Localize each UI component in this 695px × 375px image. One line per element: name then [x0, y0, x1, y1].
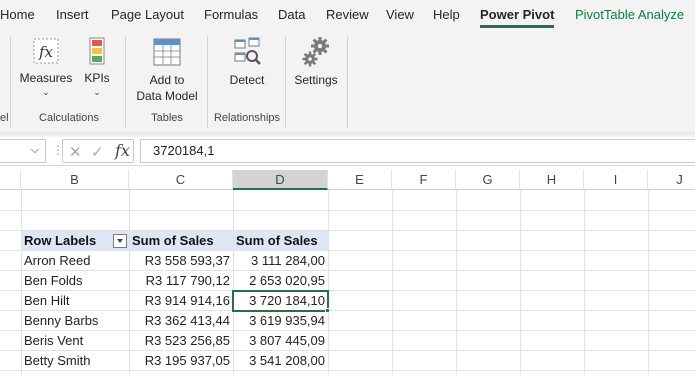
chevron-down-icon: ⌄	[93, 87, 101, 97]
row-label-cell[interactable]: Ben Folds	[21, 271, 129, 291]
tab-data[interactable]: Data	[278, 7, 305, 22]
group-label-fragment: el	[0, 112, 9, 124]
detect-button[interactable]: Detect	[222, 36, 272, 88]
pivot-header-sum-of-sales-c[interactable]: Sum of Sales	[129, 231, 233, 251]
tab-review[interactable]: Review	[326, 7, 369, 22]
group-label-tables: Tables	[151, 112, 183, 124]
ribbon-separator	[285, 36, 286, 128]
row-label-cell[interactable]: Arron Reed	[21, 251, 129, 271]
tab-power-pivot[interactable]: Power Pivot	[480, 7, 555, 28]
add-to-label-line2: Data Model	[136, 89, 198, 103]
active-cell-d[interactable]: 3 720 184,10	[233, 291, 328, 311]
ribbon-separator	[10, 36, 11, 128]
gridline	[648, 190, 649, 375]
tab-view[interactable]: View	[386, 7, 414, 22]
insert-function-icon[interactable]: fx	[115, 141, 130, 160]
fill-handle[interactable]	[325, 308, 330, 313]
formula-bar-actions: ✕ ✓ fx	[62, 139, 134, 163]
column-header-c[interactable]: C	[129, 170, 233, 190]
gridline	[584, 190, 585, 375]
cancel-icon[interactable]: ✕	[69, 143, 82, 161]
ribbon-separator	[125, 36, 126, 128]
tab-insert[interactable]: Insert	[56, 7, 89, 22]
pivot-header-sum-of-sales-d[interactable]: Sum of Sales	[233, 231, 328, 251]
tab-formulas[interactable]: Formulas	[204, 7, 258, 22]
sales-cell-d[interactable]: 3 807 445,09	[233, 331, 328, 351]
enter-icon[interactable]: ✓	[91, 143, 104, 161]
column-header-g[interactable]: G	[456, 170, 520, 190]
pivot-header-label: Row Labels	[24, 233, 97, 248]
svg-text:fx: fx	[38, 43, 54, 61]
settings-button[interactable]: Settings	[293, 36, 339, 88]
row-label-cell[interactable]: Betty Smith	[21, 351, 129, 371]
measures-icon: fx	[33, 38, 59, 64]
sales-cell-c[interactable]: R3 523 256,85	[129, 331, 233, 351]
add-to-data-model-button[interactable]: Add to Data Model	[132, 36, 202, 104]
column-header-b[interactable]: B	[21, 170, 129, 190]
group-label-relationships: Relationships	[213, 112, 281, 124]
column-header-e[interactable]: E	[328, 170, 392, 190]
gear-icon	[302, 37, 329, 67]
tab-pivottable-analyze[interactable]: PivotTable Analyze	[575, 7, 684, 22]
settings-label: Settings	[294, 73, 338, 87]
formula-input[interactable]: 3720184,1	[140, 139, 695, 163]
formula-bar: ⌵ ⋮ ✕ ✓ fx 3720184,1	[0, 137, 695, 166]
row-label-cell[interactable]: Benny Barbs	[21, 311, 129, 331]
sales-cell-d[interactable]: 3 619 935,94	[233, 311, 328, 331]
kpis-button[interactable]: KPIs ⌄	[80, 36, 114, 98]
sales-cell-d[interactable]: 2 653 020,95	[233, 271, 328, 291]
sales-cell-d[interactable]: 3 111 284,00	[233, 251, 328, 271]
column-header-j[interactable]: J	[648, 170, 695, 190]
chevron-down-icon[interactable]: ⌵	[31, 144, 39, 157]
measures-button[interactable]: fx Measures ⌄	[18, 36, 74, 98]
gridline	[392, 190, 393, 375]
ribbon-separator	[347, 36, 348, 128]
column-header-f[interactable]: F	[392, 170, 456, 190]
row-label-cell[interactable]: Beris Vent	[21, 331, 129, 351]
column-header-i[interactable]: I	[584, 170, 648, 190]
gridline	[456, 190, 457, 375]
filter-dropdown-icon[interactable]	[113, 234, 127, 248]
measures-label: Measures	[19, 71, 73, 85]
table-icon	[153, 38, 181, 66]
detect-label: Detect	[229, 73, 265, 87]
sales-cell-c[interactable]: R3 195 937,05	[129, 351, 233, 371]
ribbon: el fx Measures ⌄ KPIs ⌄ Calculations Add…	[0, 30, 695, 132]
kpis-icon	[89, 37, 105, 65]
gridline	[328, 190, 329, 375]
row-label-cell[interactable]: Ben Hilt	[21, 291, 129, 311]
column-header-a-partial[interactable]	[0, 170, 21, 190]
detect-relationships-icon	[234, 37, 261, 65]
sales-cell-c[interactable]: R3 117 790,12	[129, 271, 233, 291]
sales-cell-c[interactable]: R3 362 413,44	[129, 311, 233, 331]
gridline	[0, 210, 695, 211]
chevron-down-icon: ⌄	[42, 87, 50, 97]
tab-help[interactable]: Help	[433, 7, 460, 22]
sales-cell-d[interactable]: 3 541 208,00	[233, 351, 328, 371]
kpis-label: KPIs	[84, 71, 110, 85]
add-to-label-line1: Add to	[149, 73, 185, 87]
group-label-calculations: Calculations	[39, 112, 99, 124]
sales-cell-c[interactable]: R3 914 914,16	[129, 291, 233, 311]
worksheet-grid: B C D E F G H I J Row Labels Sum of Sale…	[0, 170, 695, 375]
tab-home[interactable]: Home	[0, 7, 35, 22]
gridline	[520, 190, 521, 375]
tab-page-layout[interactable]: Page Layout	[111, 7, 184, 22]
menu-bar: Home Insert Page Layout Formulas Data Re…	[0, 0, 695, 30]
column-header-d[interactable]: D	[233, 170, 328, 190]
column-header-h[interactable]: H	[520, 170, 584, 190]
name-box[interactable]: ⌵	[0, 139, 46, 163]
sales-cell-c[interactable]: R3 558 593,37	[129, 251, 233, 271]
